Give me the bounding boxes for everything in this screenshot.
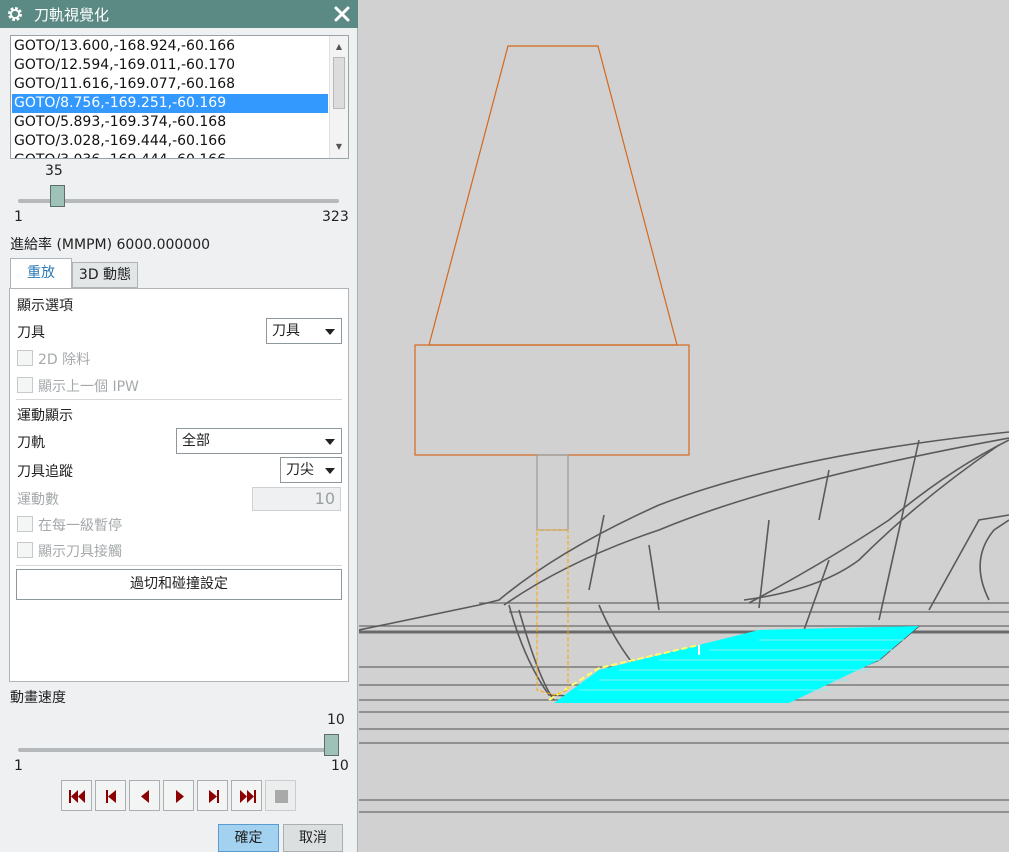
cutting-tool xyxy=(414,45,690,696)
animation-speed-min: 1 xyxy=(14,758,23,774)
stop-icon xyxy=(275,790,288,803)
list-scrollbar[interactable]: ▲ ▼ xyxy=(329,36,348,158)
rewind-to-start-icon xyxy=(69,790,85,803)
remove-2d-label: 2D 除料 xyxy=(38,352,91,368)
show-tool-contact-label: 顯示刀具接觸 xyxy=(38,544,122,560)
feedrate-label: 進給率 (MMPM) 6000.000000 xyxy=(10,237,211,253)
motion-display-heading: 運動顯示 xyxy=(17,408,73,424)
tool-trace-dropdown-value: 刀尖 xyxy=(286,462,314,478)
toolpath-dropdown-value: 全部 xyxy=(182,433,210,449)
clsf-listbox[interactable]: GOTO/13.600,-168.924,-60.166 GOTO/12.594,… xyxy=(10,35,349,159)
list-item[interactable]: GOTO/8.756,-169.251,-60.169 xyxy=(12,94,328,113)
list-item[interactable]: GOTO/12.594,-169.011,-60.170 xyxy=(12,56,328,75)
machined-region xyxy=(548,626,919,703)
tab-replay[interactable]: 重放 xyxy=(10,258,72,288)
motion-count-label: 運動數 xyxy=(17,492,59,508)
step-back-button[interactable] xyxy=(95,780,126,811)
list-item[interactable]: GOTO/3.028,-169.444,-60.166 xyxy=(12,132,328,151)
step-forward-icon xyxy=(209,790,219,803)
animation-speed-value: 10 xyxy=(327,712,345,728)
stop-button[interactable] xyxy=(265,780,296,811)
show-prev-ipw-label: 顯示上一個 IPW xyxy=(38,379,139,395)
chevron-down-icon xyxy=(325,329,335,335)
toolpath-visualization-dialog: 刀軌視覺化 GOTO/13.600,-168.924,-60.166 GOTO/1… xyxy=(0,0,358,852)
motion-slider-thumb[interactable] xyxy=(50,185,66,207)
tool-label: 刀具 xyxy=(17,325,45,341)
title-bar[interactable]: 刀軌視覺化 xyxy=(0,0,358,28)
gear-icon[interactable] xyxy=(6,5,24,23)
tool-holder-body xyxy=(414,344,690,456)
chevron-down-icon xyxy=(325,468,335,474)
part-model-view xyxy=(358,45,1009,813)
play-forward-icon xyxy=(176,790,184,803)
tab-3d-dynamic[interactable]: 3D 動態 xyxy=(72,262,138,288)
tool-dropdown-value: 刀具 xyxy=(272,323,300,339)
ok-button[interactable]: 確定 xyxy=(218,824,279,852)
rewind-to-start-button[interactable] xyxy=(61,780,92,811)
animation-speed-max: 10 xyxy=(331,758,349,774)
animation-speed-label: 動畫速度 xyxy=(10,690,66,706)
cancel-button[interactable]: 取消 xyxy=(283,824,343,852)
clsf-rows: GOTO/13.600,-168.924,-60.166 GOTO/12.594,… xyxy=(12,37,328,158)
list-item[interactable]: GOTO/11.616,-169.077,-60.168 xyxy=(12,75,328,94)
tool-trace-label: 刀具追蹤 xyxy=(17,464,73,480)
chevron-down-icon xyxy=(325,439,335,445)
step-forward-button[interactable] xyxy=(197,780,228,811)
tool-dropdown[interactable]: 刀具 xyxy=(266,318,342,344)
list-item[interactable]: GOTO/5.893,-169.374,-60.168 xyxy=(12,113,328,132)
motion-slider-min: 1 xyxy=(14,209,23,225)
pause-each-level-label: 在每一級暫停 xyxy=(38,518,122,534)
motion-slider-track[interactable] xyxy=(18,199,339,203)
fast-forward-to-end-icon xyxy=(240,790,256,803)
toolpath-label: 刀軌 xyxy=(17,435,45,451)
toolpath-dropdown[interactable]: 全部 xyxy=(176,428,342,454)
animation-speed-track[interactable] xyxy=(18,748,339,752)
tool-holder-taper xyxy=(428,45,678,346)
list-item[interactable]: GOTO/3.036,-169.444,-60.166 xyxy=(12,151,328,158)
step-back-icon xyxy=(106,790,116,803)
play-reverse-button[interactable] xyxy=(129,780,160,811)
display-options-heading: 顯示選項 xyxy=(17,298,73,314)
graphics-viewport[interactable] xyxy=(358,0,1009,852)
section-divider xyxy=(16,565,342,566)
remove-2d-checkbox[interactable] xyxy=(17,350,33,366)
show-tool-contact-checkbox[interactable] xyxy=(17,542,33,558)
close-icon[interactable] xyxy=(332,4,352,24)
tool-shank xyxy=(536,454,569,531)
fast-forward-to-end-button[interactable] xyxy=(231,780,262,811)
section-divider xyxy=(16,399,342,400)
scroll-down-icon[interactable]: ▼ xyxy=(330,138,348,156)
model-horizontal-lines xyxy=(359,602,1009,813)
show-prev-ipw-checkbox[interactable] xyxy=(17,377,33,393)
scroll-up-icon[interactable]: ▲ xyxy=(330,38,348,56)
motion-count-field: 10 xyxy=(252,487,341,511)
animation-speed-thumb[interactable] xyxy=(324,734,339,756)
play-forward-button[interactable] xyxy=(163,780,194,811)
dialog-title: 刀軌視覺化 xyxy=(34,6,110,24)
play-reverse-icon xyxy=(141,790,149,803)
motion-slider-value: 35 xyxy=(45,163,63,179)
pause-each-level-checkbox[interactable] xyxy=(17,516,33,532)
motion-slider-max: 323 xyxy=(322,209,349,225)
tool-trace-dropdown[interactable]: 刀尖 xyxy=(280,457,342,483)
scrollbar-thumb[interactable] xyxy=(333,57,345,109)
list-item[interactable]: GOTO/13.600,-168.924,-60.166 xyxy=(12,37,328,56)
replay-tab-panel xyxy=(9,288,349,682)
gouge-collision-settings-button[interactable]: 過切和碰撞設定 xyxy=(16,569,342,600)
